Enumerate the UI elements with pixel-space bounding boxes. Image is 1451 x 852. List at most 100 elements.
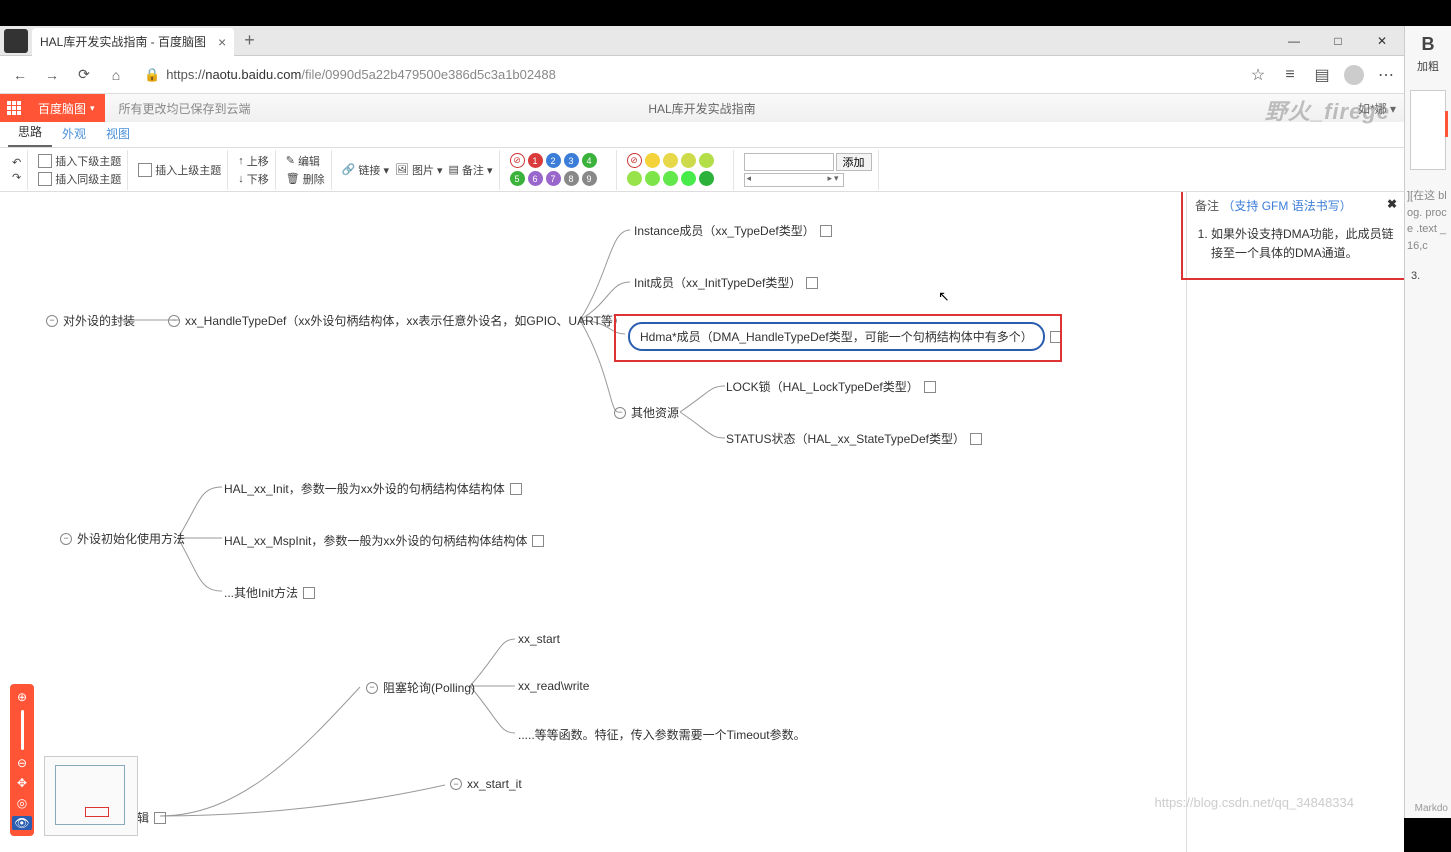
node-wrapper-9[interactable]: −外设初始化使用方法 — [60, 530, 185, 547]
collapse-icon[interactable]: − — [614, 407, 626, 419]
forward-button[interactable]: → — [40, 63, 64, 87]
note-icon[interactable] — [924, 381, 936, 393]
progress-6[interactable] — [645, 171, 660, 186]
mindmap-canvas[interactable]: −对外设的封装 −xx_HandleTypeDef（xx外设句柄结构体，xx表示… — [0, 192, 1404, 852]
node-wrapper-1[interactable]: −对外设的封装 — [46, 312, 135, 329]
node-wrapper-16[interactable]: .....等等函数。特征，传入参数需要一个Timeout参数。 — [518, 726, 806, 743]
link-dropdown[interactable]: 🔗链接 ▾ — [342, 162, 389, 178]
window-minimize-button[interactable]: — — [1272, 26, 1316, 56]
node-wrapper-11[interactable]: HAL_xx_MspInit，参数一般为xx外设的句柄结构体结构体 — [224, 532, 544, 549]
collapse-icon[interactable]: − — [366, 682, 378, 694]
apps-grid-button[interactable] — [0, 94, 28, 122]
note-icon[interactable] — [806, 277, 818, 289]
zoom-in-icon[interactable]: ⊕ — [17, 690, 27, 704]
note-icon[interactable] — [820, 225, 832, 237]
note-icon[interactable] — [532, 535, 544, 547]
note-icon[interactable] — [970, 433, 982, 445]
delete-button[interactable]: 🗑 删除 — [286, 171, 325, 187]
locate-icon[interactable]: ◎ — [17, 796, 27, 810]
move-down-button[interactable]: ↓ 下移 — [238, 171, 269, 187]
collapse-icon[interactable]: − — [450, 778, 462, 790]
redo-button[interactable]: ↷ — [12, 171, 21, 184]
zoom-out-icon[interactable]: ⊖ — [17, 756, 27, 770]
priority-7[interactable]: 7 — [546, 171, 561, 186]
window-maximize-button[interactable]: □ — [1316, 26, 1360, 56]
insert-parent-button[interactable]: 插入上级主题 — [138, 162, 221, 178]
node-wrapper-13[interactable]: −阻塞轮询(Polling) — [366, 679, 475, 696]
tab-appearance[interactable]: 外观 — [52, 120, 96, 147]
user-dropdown[interactable]: 如*娜 ▾ — [1358, 94, 1396, 122]
bold-icon[interactable]: B — [1405, 34, 1451, 55]
window-close-button[interactable]: ✕ — [1360, 26, 1404, 56]
node-wrapper-3[interactable]: Instance成员（xx_TypeDef类型） — [634, 222, 832, 239]
tag-add-button[interactable]: 添加 — [836, 153, 872, 171]
priority-4[interactable]: 4 — [582, 153, 597, 168]
progress-3[interactable] — [681, 153, 696, 168]
profile-avatar[interactable] — [1344, 65, 1364, 85]
note-icon[interactable] — [510, 483, 522, 495]
collapse-icon[interactable]: − — [168, 315, 180, 327]
note-body[interactable]: 如果外设支持DMA功能，此成员链接至一个具体的DMA通道。 — [1187, 219, 1404, 269]
node-wrapper-7[interactable]: LOCK锁（HAL_LockTypeDef类型） — [726, 378, 936, 395]
priority-6[interactable]: 6 — [528, 171, 543, 186]
insert-sibling-button[interactable]: 插入同级主题 — [38, 171, 121, 187]
priority-clear[interactable]: ⊘ — [510, 153, 525, 168]
node-wrapper-12[interactable]: ...其他Init方法 — [224, 584, 315, 601]
undo-button[interactable]: ↶ — [12, 156, 21, 169]
zoom-slider[interactable] — [21, 710, 24, 750]
brand-dropdown[interactable]: 百度脑图 — [28, 94, 105, 122]
progress-7[interactable] — [663, 171, 678, 186]
progress-4[interactable] — [699, 153, 714, 168]
new-tab-button[interactable]: + — [244, 30, 255, 51]
progress-8[interactable] — [681, 171, 696, 186]
priority-3[interactable]: 3 — [564, 153, 579, 168]
node-wrapper-8[interactable]: STATUS状态（HAL_xx_StateTypeDef类型） — [726, 430, 982, 447]
tab-idea[interactable]: 思路 — [8, 118, 52, 147]
node-wrapper-2[interactable]: −xx_HandleTypeDef（xx外设句柄结构体，xx表示任意外设名，如G… — [168, 312, 625, 329]
reading-list-icon[interactable]: ≡ — [1280, 65, 1300, 85]
minimap[interactable] — [44, 756, 138, 836]
progress-5[interactable] — [627, 171, 642, 186]
gfm-link[interactable]: （支持 GFM 语法书写） — [1222, 199, 1351, 213]
home-button[interactable]: ⌂ — [104, 63, 128, 87]
tab-close-icon[interactable]: × — [218, 34, 226, 50]
node-wrapper-6[interactable]: −其他资源 — [614, 404, 679, 421]
tag-scroller[interactable] — [744, 173, 844, 187]
collapse-icon[interactable]: − — [60, 533, 72, 545]
image-dropdown[interactable]: 🖼图片 ▾ — [395, 162, 443, 178]
edit-button[interactable]: ✎ 编辑 — [286, 153, 325, 169]
node-wrapper-14[interactable]: xx_start — [518, 632, 560, 646]
node-wrapper-15[interactable]: xx_read\write — [518, 679, 589, 693]
priority-1[interactable]: 1 — [528, 153, 543, 168]
node-wrapper-17[interactable]: −xx_start_it — [450, 777, 522, 791]
favorite-icon[interactable]: ☆ — [1248, 65, 1268, 85]
move-up-button[interactable]: ↑ 上移 — [238, 153, 269, 169]
tag-input[interactable] — [744, 153, 834, 171]
note-icon[interactable] — [154, 812, 166, 824]
priority-9[interactable]: 9 — [582, 171, 597, 186]
node-wrapper-4[interactable]: Init成员（xx_InitTypeDef类型） — [634, 274, 818, 291]
note-icon[interactable] — [303, 587, 315, 599]
note-close-icon[interactable]: ✖ — [1387, 197, 1397, 211]
priority-8[interactable]: 8 — [564, 171, 579, 186]
progress-2[interactable] — [663, 153, 678, 168]
refresh-button[interactable]: ⟳ — [72, 63, 96, 87]
progress-clear[interactable]: ⊘ — [627, 153, 642, 168]
priority-2[interactable]: 2 — [546, 153, 561, 168]
url-bar[interactable]: 🔒 https://naotu.baidu.com/file/0990d5a22… — [136, 61, 1240, 89]
tab-view[interactable]: 视图 — [96, 120, 140, 147]
preview-icon[interactable]: 👁 — [12, 816, 32, 830]
note-dropdown[interactable]: ▤备注 ▾ — [449, 162, 493, 178]
more-icon[interactable]: ⋯ — [1376, 65, 1396, 85]
collapse-icon[interactable]: − — [46, 315, 58, 327]
node-wrapper-10[interactable]: HAL_xx_Init，参数一般为xx外设的句柄结构体结构体 — [224, 480, 522, 497]
document-title[interactable]: HAL库开发实战指南 — [648, 100, 755, 117]
progress-9[interactable] — [699, 171, 714, 186]
priority-5[interactable]: 5 — [510, 171, 525, 186]
insert-child-button[interactable]: 插入下级主题 — [38, 153, 121, 169]
browser-tab[interactable]: HAL库开发实战指南 - 百度脑图 × — [32, 28, 234, 56]
pan-icon[interactable]: ✥ — [17, 776, 27, 790]
notes-icon[interactable]: ▤ — [1312, 65, 1332, 85]
back-button[interactable]: ← — [8, 63, 32, 87]
progress-1[interactable] — [645, 153, 660, 168]
